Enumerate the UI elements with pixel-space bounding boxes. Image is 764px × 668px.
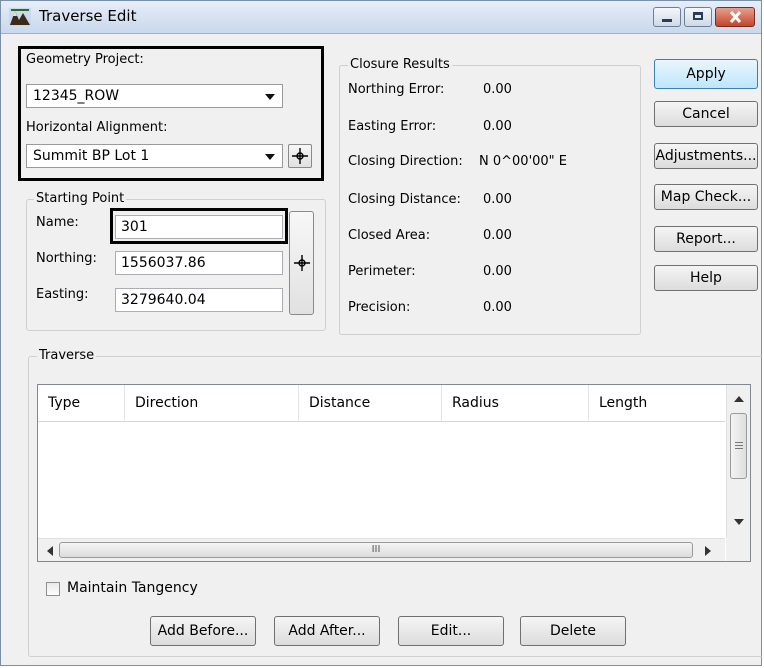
maximize-icon bbox=[693, 12, 703, 20]
scroll-grip-line bbox=[735, 445, 743, 446]
column-header-type[interactable]: Type bbox=[38, 385, 125, 421]
closing-distance-value: 0.00 bbox=[483, 192, 512, 207]
scroll-down-icon[interactable] bbox=[734, 519, 744, 526]
maintain-tangency-checkbox[interactable] bbox=[46, 582, 60, 596]
scroll-grip-icon: III bbox=[371, 544, 381, 555]
easting-error-value: 0.00 bbox=[483, 119, 512, 134]
closing-distance-label: Closing Distance: bbox=[348, 192, 461, 207]
northing-error-value: 0.00 bbox=[483, 82, 512, 97]
easting-value: 3279640.04 bbox=[121, 292, 206, 308]
horizontal-alignment-select[interactable]: Summit BP Lot 1 bbox=[26, 144, 283, 168]
perimeter-value: 0.00 bbox=[483, 264, 512, 279]
title-bar[interactable]: Traverse Edit bbox=[1, 1, 761, 34]
scroll-up-icon[interactable] bbox=[734, 395, 744, 402]
closure-results-legend: Closure Results bbox=[348, 57, 452, 72]
horizontal-scrollbar[interactable]: III bbox=[38, 538, 725, 561]
vertical-scrollbar[interactable] bbox=[726, 385, 750, 538]
chevron-down-icon bbox=[265, 94, 275, 100]
geometry-project-select[interactable]: 12345_ROW bbox=[26, 84, 283, 108]
crosshair-icon bbox=[292, 148, 308, 164]
traverse-app-icon bbox=[9, 8, 31, 26]
close-icon bbox=[729, 11, 742, 23]
starting-point-legend: Starting Point bbox=[34, 191, 127, 206]
map-check-button[interactable]: Map Check... bbox=[654, 184, 758, 210]
name-value: 301 bbox=[121, 219, 148, 235]
chevron-down-icon bbox=[265, 154, 275, 160]
column-header-distance[interactable]: Distance bbox=[299, 385, 442, 421]
closed-area-value: 0.00 bbox=[483, 228, 512, 243]
maximize-button[interactable] bbox=[684, 7, 712, 27]
traverse-edit-window: Traverse Edit Geometry Project: 12345_RO… bbox=[0, 0, 763, 666]
horizontal-alignment-value: Summit BP Lot 1 bbox=[33, 148, 150, 164]
add-before-button[interactable]: Add Before... bbox=[150, 616, 256, 646]
delete-button[interactable]: Delete bbox=[520, 616, 626, 646]
perimeter-label: Perimeter: bbox=[348, 264, 416, 279]
scroll-right-icon[interactable] bbox=[705, 546, 712, 556]
scroll-left-icon[interactable] bbox=[46, 546, 53, 556]
closed-area-label: Closed Area: bbox=[348, 228, 431, 243]
pick-alignment-button[interactable] bbox=[288, 144, 312, 168]
precision-label: Precision: bbox=[348, 300, 411, 315]
northing-input[interactable]: 1556037.86 bbox=[115, 251, 283, 275]
edit-button[interactable]: Edit... bbox=[398, 616, 504, 646]
help-button[interactable]: Help bbox=[654, 265, 758, 291]
name-input[interactable]: 301 bbox=[115, 215, 283, 239]
crosshair-icon bbox=[294, 255, 310, 271]
traverse-legend: Traverse bbox=[37, 348, 97, 363]
column-header-length[interactable]: Length bbox=[589, 385, 725, 421]
closing-direction-value: N 0^00'00" E bbox=[479, 154, 568, 169]
apply-button[interactable]: Apply bbox=[654, 59, 758, 89]
easting-label: Easting: bbox=[36, 287, 89, 302]
closing-direction-label: Closing Direction: bbox=[348, 154, 463, 169]
easting-input[interactable]: 3279640.04 bbox=[115, 288, 283, 312]
cancel-button[interactable]: Cancel bbox=[654, 101, 758, 127]
column-header-radius[interactable]: Radius bbox=[442, 385, 589, 421]
window-title: Traverse Edit bbox=[39, 7, 137, 25]
scrollbar-corner bbox=[726, 538, 750, 561]
pick-starting-point-button[interactable] bbox=[289, 211, 314, 315]
maintain-tangency-label[interactable]: Maintain Tangency bbox=[67, 580, 198, 596]
geometry-project-label: Geometry Project: bbox=[26, 52, 144, 67]
add-after-button[interactable]: Add After... bbox=[274, 616, 380, 646]
close-button[interactable] bbox=[715, 7, 755, 27]
horizontal-scroll-thumb[interactable]: III bbox=[59, 542, 693, 558]
minimize-icon bbox=[662, 19, 672, 22]
geometry-project-value: 12345_ROW bbox=[33, 88, 120, 104]
easting-error-label: Easting Error: bbox=[348, 119, 437, 134]
vertical-scroll-thumb[interactable] bbox=[730, 413, 747, 479]
header-divider bbox=[38, 421, 725, 422]
adjustments-button[interactable]: Adjustments... bbox=[654, 143, 758, 169]
column-header-direction[interactable]: Direction bbox=[125, 385, 299, 421]
report-button[interactable]: Report... bbox=[654, 226, 758, 252]
northing-label: Northing: bbox=[36, 251, 97, 266]
traverse-list[interactable]: Type Direction Distance Radius Length II… bbox=[37, 384, 751, 562]
northing-error-label: Northing Error: bbox=[348, 82, 445, 97]
northing-value: 1556037.86 bbox=[121, 255, 206, 271]
name-label: Name: bbox=[36, 215, 79, 230]
precision-value: 0.00 bbox=[483, 300, 512, 315]
minimize-button[interactable] bbox=[653, 7, 681, 27]
horizontal-alignment-label: Horizontal Alignment: bbox=[26, 120, 168, 135]
